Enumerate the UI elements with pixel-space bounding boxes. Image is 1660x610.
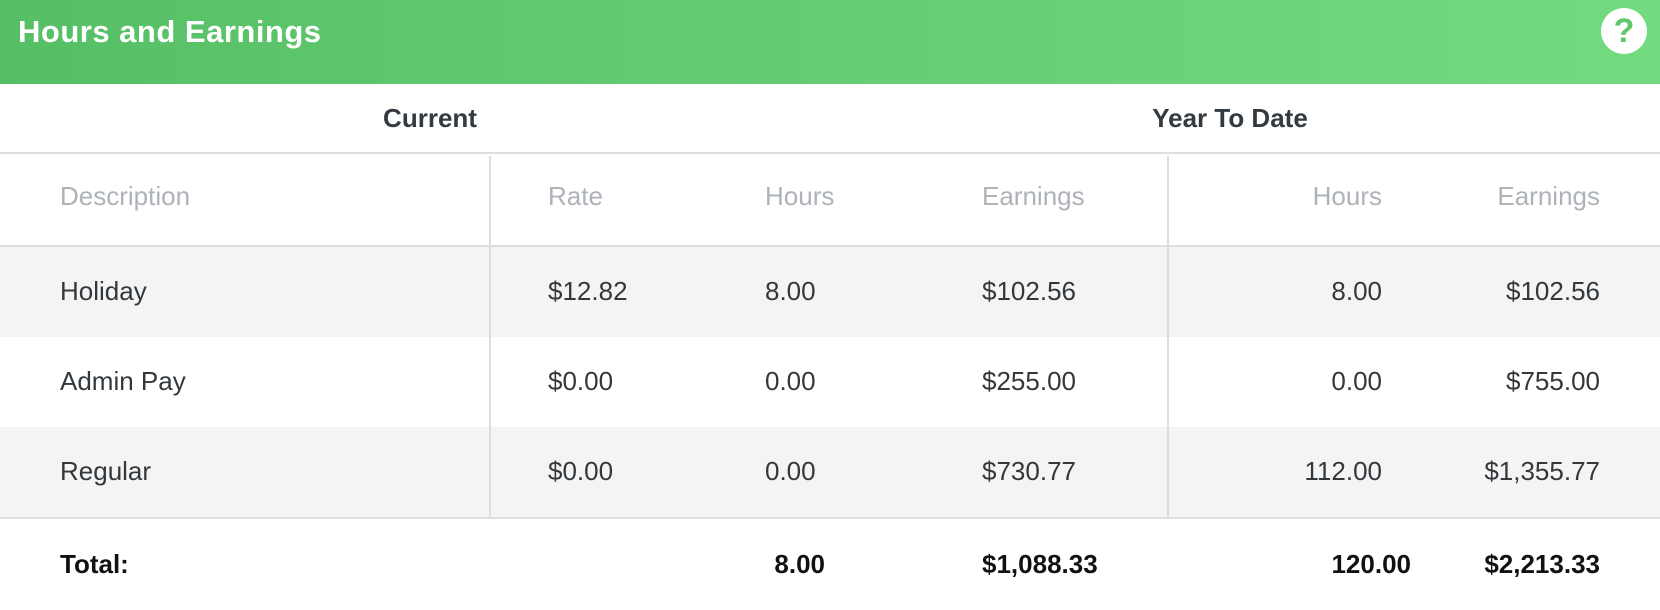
column-header-hours: Hours xyxy=(765,181,835,211)
total-earnings: $1,088.33 xyxy=(982,549,1098,579)
row-hours: 0.00 xyxy=(765,456,816,486)
row-rate: $12.82 xyxy=(548,276,628,306)
row-ytd-hours: 112.00 xyxy=(1304,456,1382,486)
help-icon[interactable]: ? xyxy=(1601,8,1647,54)
column-header-description: Description xyxy=(60,181,191,211)
row-description: Holiday xyxy=(60,276,147,306)
row-hours: 0.00 xyxy=(765,366,816,396)
divider xyxy=(0,152,1660,154)
column-header-rate: Rate xyxy=(548,181,603,211)
column-separator xyxy=(1167,156,1169,519)
row-description: Admin Pay xyxy=(60,366,186,396)
total-ytd-hours: 120.00 xyxy=(1331,549,1411,579)
row-ytd-earnings: $1,355.77 xyxy=(1484,456,1600,486)
panel-header: Hours and Earnings ? xyxy=(0,0,1660,84)
row-earnings: $255.00 xyxy=(982,366,1076,396)
row-ytd-earnings: $755.00 xyxy=(1506,366,1600,396)
column-separator xyxy=(489,156,491,519)
group-heading-current: Current xyxy=(383,103,477,133)
total-label: Total: xyxy=(60,549,129,579)
row-rate: $0.00 xyxy=(548,366,614,396)
row-earnings: $102.56 xyxy=(982,276,1076,306)
row-rate: $0.00 xyxy=(548,456,614,486)
row-earnings: $730.77 xyxy=(982,456,1076,486)
total-hours: 8.00 xyxy=(774,549,825,579)
panel-title: Hours and Earnings xyxy=(18,14,322,49)
total-ytd-earnings: $2,213.33 xyxy=(1484,549,1600,579)
row-hours: 8.00 xyxy=(765,276,816,306)
column-header-ytd-hours: Hours xyxy=(1312,181,1382,211)
column-header-earnings: Earnings xyxy=(982,181,1085,211)
row-ytd-earnings: $102.56 xyxy=(1506,276,1600,306)
group-heading-ytd: Year To Date xyxy=(1152,103,1308,133)
row-ytd-hours: 0.00 xyxy=(1331,366,1382,396)
column-header-ytd-earnings: Earnings xyxy=(1497,181,1600,211)
row-description: Regular xyxy=(60,456,152,486)
divider xyxy=(0,517,1660,519)
row-ytd-hours: 8.00 xyxy=(1331,276,1382,306)
